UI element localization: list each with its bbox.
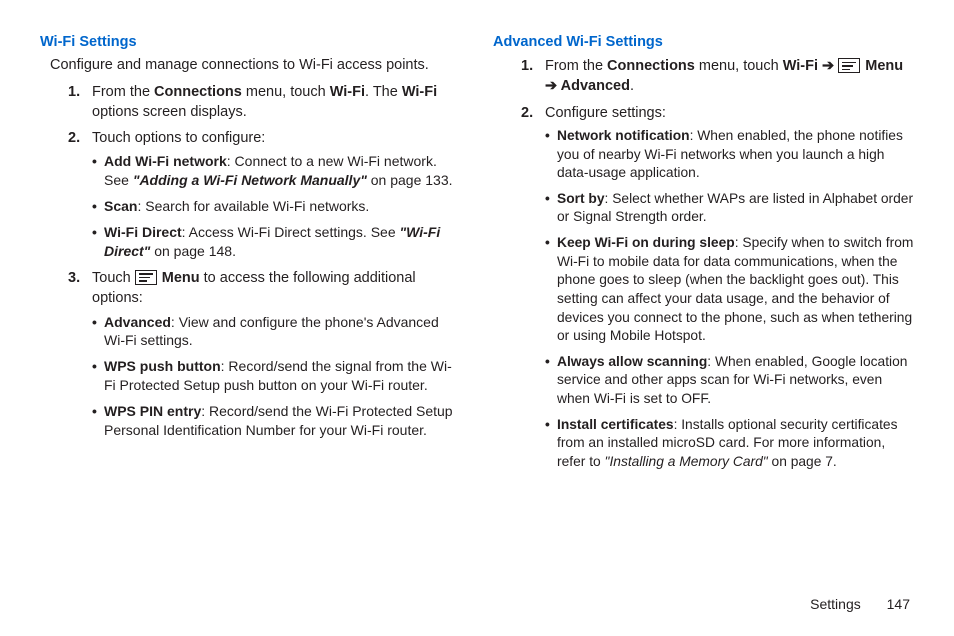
text: Touch options to configure: bbox=[92, 130, 265, 146]
setting-install-certs: Install certificates: Installs optional … bbox=[545, 416, 914, 472]
advanced-wifi-heading: Advanced Wi-Fi Settings bbox=[493, 34, 914, 50]
step-3-options: Advanced: View and configure the phone's… bbox=[92, 313, 461, 440]
option-wifi-direct: Wi-Fi Direct: Access Wi-Fi Direct settin… bbox=[92, 223, 461, 261]
text: Touch Menu to access the following addit… bbox=[92, 270, 416, 306]
option-scan: Scan: Search for available Wi-Fi network… bbox=[92, 197, 461, 216]
option-wps-push: WPS push button: Record/send the signal … bbox=[92, 357, 461, 395]
menu-icon bbox=[838, 58, 860, 73]
step-1: 1. From the Connections menu, touch Wi-F… bbox=[521, 56, 914, 97]
step-number: 3. bbox=[68, 268, 80, 288]
text: Configure settings: bbox=[545, 105, 666, 121]
step-number: 1. bbox=[68, 82, 80, 102]
setting-network-notification: Network notification: When enabled, the … bbox=[545, 127, 914, 183]
right-column: Advanced Wi-Fi Settings 1. From the Conn… bbox=[493, 34, 914, 479]
option-wps-pin: WPS PIN entry: Record/send the Wi-Fi Pro… bbox=[92, 402, 461, 440]
page-number: 147 bbox=[887, 596, 910, 612]
wifi-settings-intro: Configure and manage connections to Wi-F… bbox=[40, 56, 461, 76]
page-footer: Settings 147 bbox=[810, 596, 910, 612]
left-column: Wi-Fi Settings Configure and manage conn… bbox=[40, 34, 461, 479]
configure-settings-list: Network notification: When enabled, the … bbox=[545, 127, 914, 472]
step-2-options: Add Wi-Fi network: Connect to a new Wi-F… bbox=[92, 152, 461, 260]
text: From the Connections menu, touch Wi-Fi. … bbox=[92, 84, 437, 120]
step-2: 2. Touch options to configure: Add Wi-Fi… bbox=[68, 128, 461, 261]
step-number: 2. bbox=[521, 103, 533, 123]
step-number: 1. bbox=[521, 56, 533, 76]
footer-section: Settings bbox=[810, 596, 861, 612]
wifi-settings-heading: Wi-Fi Settings bbox=[40, 34, 461, 50]
option-add-wifi: Add Wi-Fi network: Connect to a new Wi-F… bbox=[92, 152, 461, 190]
step-3: 3. Touch Menu to access the following ad… bbox=[68, 268, 461, 440]
setting-sort-by: Sort by: Select whether WAPs are listed … bbox=[545, 190, 914, 227]
advanced-wifi-steps: 1. From the Connections menu, touch Wi-F… bbox=[493, 56, 914, 472]
option-advanced: Advanced: View and configure the phone's… bbox=[92, 313, 461, 351]
setting-always-scan: Always allow scanning: When enabled, Goo… bbox=[545, 353, 914, 409]
step-2: 2. Configure settings: Network notificat… bbox=[521, 103, 914, 472]
step-1: 1. From the Connections menu, touch Wi-F… bbox=[68, 82, 461, 123]
wifi-settings-steps: 1. From the Connections menu, touch Wi-F… bbox=[40, 82, 461, 440]
setting-keep-wifi-sleep: Keep Wi-Fi on during sleep: Specify when… bbox=[545, 234, 914, 346]
step-number: 2. bbox=[68, 128, 80, 148]
menu-icon bbox=[135, 270, 157, 285]
text: From the Connections menu, touch Wi-Fi ➔… bbox=[545, 58, 903, 94]
